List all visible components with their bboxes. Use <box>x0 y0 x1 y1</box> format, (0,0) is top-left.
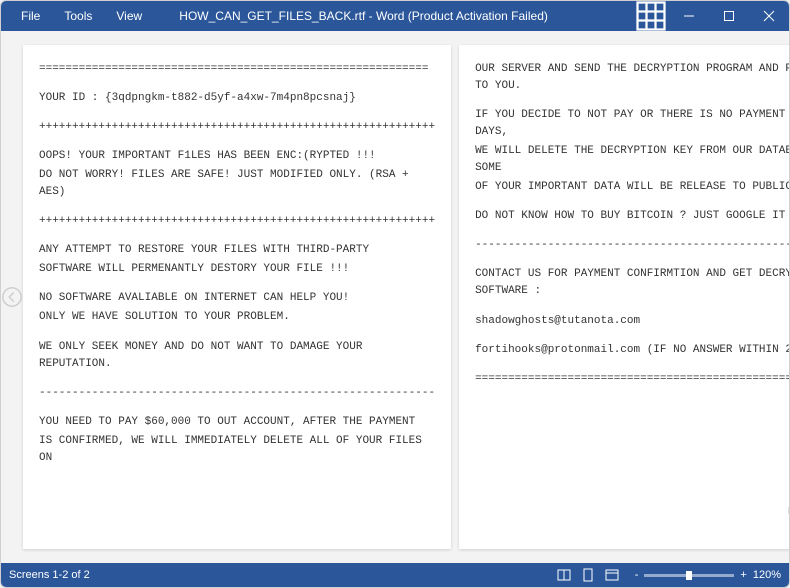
menu-bar: File Tools View <box>1 9 154 23</box>
text-line: ++++++++++++++++++++++++++++++++++++++++… <box>39 119 435 136</box>
zoom-out-button[interactable]: - <box>635 569 639 581</box>
status-bar: Screens 1-2 of 2 - + 120% <box>1 563 789 587</box>
read-mode-icon[interactable] <box>553 566 575 584</box>
text-line: IS CONFIRMED, WE WILL IMMEDIATELY DELETE… <box>39 433 435 467</box>
text-line: ----------------------------------------… <box>475 237 790 254</box>
text-line: DO NOT KNOW HOW TO BUY BITCOIN ? JUST GO… <box>475 208 790 225</box>
document-area: ========================================… <box>1 31 789 563</box>
prev-page-arrow[interactable] <box>1 45 23 549</box>
minimize-button[interactable] <box>669 1 709 31</box>
web-layout-icon[interactable] <box>601 566 623 584</box>
text-line: WE WILL DELETE THE DECRYPTION KEY FROM O… <box>475 143 790 177</box>
text-line: ========================================… <box>475 371 790 388</box>
menu-file[interactable]: File <box>9 9 52 23</box>
titlebar: File Tools View HOW_CAN_GET_FILES_BACK.r… <box>1 1 789 31</box>
text-line: OOPS! YOUR IMPORTANT F1LES HAS BEEN ENC:… <box>39 148 435 165</box>
text-line: OF YOUR IMPORTANT DATA WILL BE RELEASE T… <box>475 179 790 196</box>
zoom-in-button[interactable]: + <box>740 569 746 581</box>
menu-view[interactable]: View <box>104 9 154 23</box>
text-line: YOU NEED TO PAY $60,000 TO OUT ACCOUNT, … <box>39 414 435 431</box>
maximize-button[interactable] <box>709 1 749 31</box>
window-title: HOW_CAN_GET_FILES_BACK.rtf - Word (Produ… <box>154 9 633 23</box>
text-line: ========================================… <box>39 61 435 78</box>
text-line: ANY ATTEMPT TO RESTORE YOUR FILES WITH T… <box>39 242 435 259</box>
text-line: WE ONLY SEEK MONEY AND DO NOT WANT TO DA… <box>39 339 435 373</box>
window-controls <box>669 1 789 31</box>
text-line: ----------------------------------------… <box>39 385 435 402</box>
screens-indicator[interactable]: Screens 1-2 of 2 <box>9 569 553 581</box>
text-line: shadowghosts@tutanota.com <box>475 313 790 330</box>
page-1[interactable]: ========================================… <box>23 45 451 549</box>
text-line: IF YOU DECIDE TO NOT PAY OR THERE IS NO … <box>475 107 790 141</box>
text-line: CONTACT US FOR PAYMENT CONFIRMTION AND G… <box>475 266 790 300</box>
page-2[interactable]: OUR SERVER AND SEND THE DECRYPTION PROGR… <box>459 45 790 549</box>
text-line: OUR SERVER AND SEND THE DECRYPTION PROGR… <box>475 61 790 95</box>
text-line: NO SOFTWARE AVALIABLE ON INTERNET CAN HE… <box>39 290 435 307</box>
text-line: YOUR ID : {3qdpngkm-t882-d5yf-a4xw-7m4pn… <box>39 90 435 107</box>
text-line: SOFTWARE WILL PERMENANTLY DESTORY YOUR F… <box>39 261 435 278</box>
word-window: File Tools View HOW_CAN_GET_FILES_BACK.r… <box>0 0 790 588</box>
zoom-slider[interactable] <box>644 574 734 577</box>
ribbon-display-icon[interactable] <box>633 0 669 34</box>
close-button[interactable] <box>749 1 789 31</box>
text-line: ONLY WE HAVE SOLUTION TO YOUR PROBLEM. <box>39 309 435 326</box>
text-line: DO NOT WORRY! FILES ARE SAFE! JUST MODIF… <box>39 167 435 201</box>
print-layout-icon[interactable] <box>577 566 599 584</box>
text-line: ++++++++++++++++++++++++++++++++++++++++… <box>39 213 435 230</box>
text-line: fortihooks@protonmail.com (IF NO ANSWER … <box>475 342 790 359</box>
menu-tools[interactable]: Tools <box>52 9 104 23</box>
pages-container: ========================================… <box>23 45 790 549</box>
zoom-level[interactable]: 120% <box>753 569 781 581</box>
